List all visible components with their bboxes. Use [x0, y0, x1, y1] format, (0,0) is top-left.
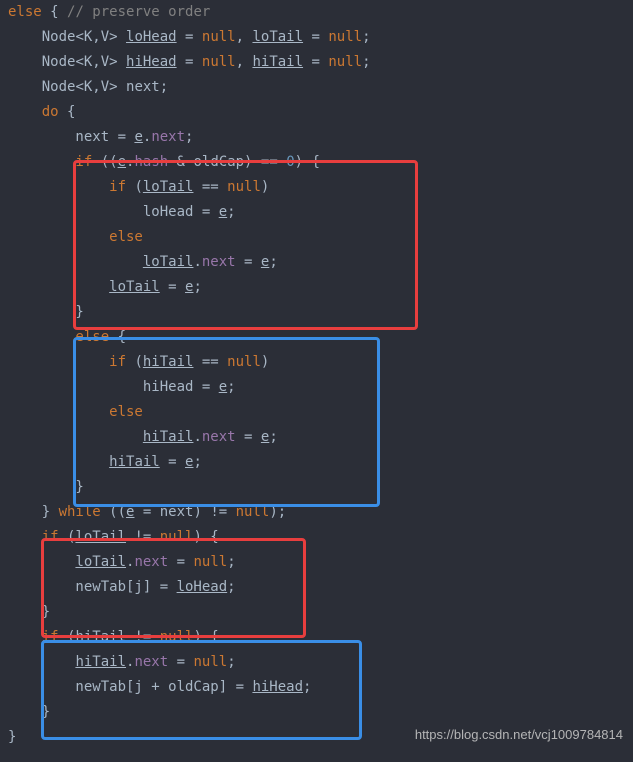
- code-line: loTail.next = e;: [8, 250, 625, 275]
- code-line: if (loTail == null): [8, 175, 625, 200]
- code-line: if (loTail != null) {: [8, 525, 625, 550]
- keyword-if: if: [8, 154, 92, 170]
- code-line: newTab[j] = loHead;: [8, 575, 625, 600]
- keyword-while: while: [59, 504, 101, 520]
- code-line: next = e.next;: [8, 125, 625, 150]
- code-line: }: [8, 600, 625, 625]
- code-line: }: [8, 300, 625, 325]
- comment: // preserve order: [67, 4, 210, 20]
- code-line: if (hiTail != null) {: [8, 625, 625, 650]
- keyword-do: do: [8, 104, 59, 120]
- code-line: loTail = e;: [8, 275, 625, 300]
- code-line: hiTail.next = null;: [8, 650, 625, 675]
- code-line: Node<K,V> next;: [8, 75, 625, 100]
- code-line: if (hiTail == null): [8, 350, 625, 375]
- code-line: else {: [8, 325, 625, 350]
- code-block: else { // preserve order Node<K,V> loHea…: [0, 0, 633, 750]
- code-line: do {: [8, 100, 625, 125]
- code-line: loHead = e;: [8, 200, 625, 225]
- code-line: hiHead = e;: [8, 375, 625, 400]
- code-line: hiTail = e;: [8, 450, 625, 475]
- code-line: loTail.next = null;: [8, 550, 625, 575]
- keyword-else: else: [8, 4, 42, 20]
- code-line: Node<K,V> hiHead = null, hiTail = null;: [8, 50, 625, 75]
- code-line: newTab[j + oldCap] = hiHead;: [8, 675, 625, 700]
- code-line: else { // preserve order: [8, 0, 625, 25]
- code-line: } while ((e = next) != null);: [8, 500, 625, 525]
- code-line: Node<K,V> loHead = null, loTail = null;: [8, 25, 625, 50]
- code-line: else: [8, 400, 625, 425]
- code-line: else: [8, 225, 625, 250]
- code-line: }: [8, 475, 625, 500]
- watermark-text: https://blog.csdn.net/vcj1009784814: [415, 722, 623, 747]
- code-line: if ((e.hash & oldCap) == 0) {: [8, 150, 625, 175]
- code-line: hiTail.next = e;: [8, 425, 625, 450]
